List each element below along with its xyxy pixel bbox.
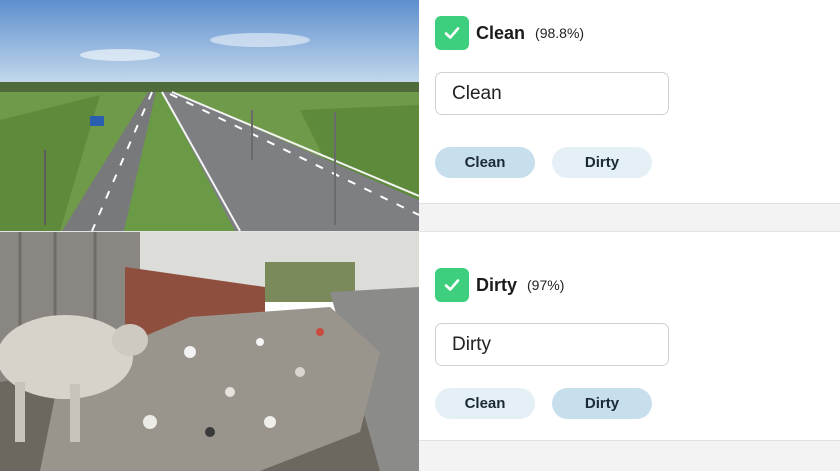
card-footer — [419, 203, 840, 231]
annotation-panel: Clean (98.8%) Clean Dirty — [419, 0, 840, 231]
classification-card-dirty: Dirty (97%) Clean Dirty — [0, 231, 840, 471]
prediction-confidence: (97%) — [527, 277, 565, 293]
option-clean-button[interactable]: Clean — [435, 388, 535, 419]
predicted-label: Dirty — [476, 274, 518, 295]
checkmark-icon — [435, 268, 469, 302]
checkmark-icon — [435, 16, 469, 50]
predicted-label: Clean — [476, 22, 526, 43]
highway-photo — [0, 0, 419, 231]
option-clean-button[interactable]: Clean — [435, 147, 535, 178]
label-options: Clean Dirty — [435, 388, 669, 419]
label-options: Clean Dirty — [435, 147, 669, 178]
prediction-confidence: (98.8%) — [535, 25, 585, 41]
label-input[interactable] — [435, 323, 669, 366]
garbage-street-photo — [0, 232, 419, 471]
card-footer — [419, 440, 840, 471]
label-input[interactable] — [435, 72, 669, 115]
option-dirty-button[interactable]: Dirty — [552, 147, 652, 178]
annotation-panel: Dirty (97%) Clean Dirty — [419, 232, 840, 471]
option-dirty-button[interactable]: Dirty — [552, 388, 652, 419]
prediction-header: Clean (98.8%) — [435, 16, 584, 50]
prediction-header: Dirty (97%) — [435, 268, 564, 302]
classification-card-clean: Clean (98.8%) Clean Dirty — [0, 0, 840, 231]
